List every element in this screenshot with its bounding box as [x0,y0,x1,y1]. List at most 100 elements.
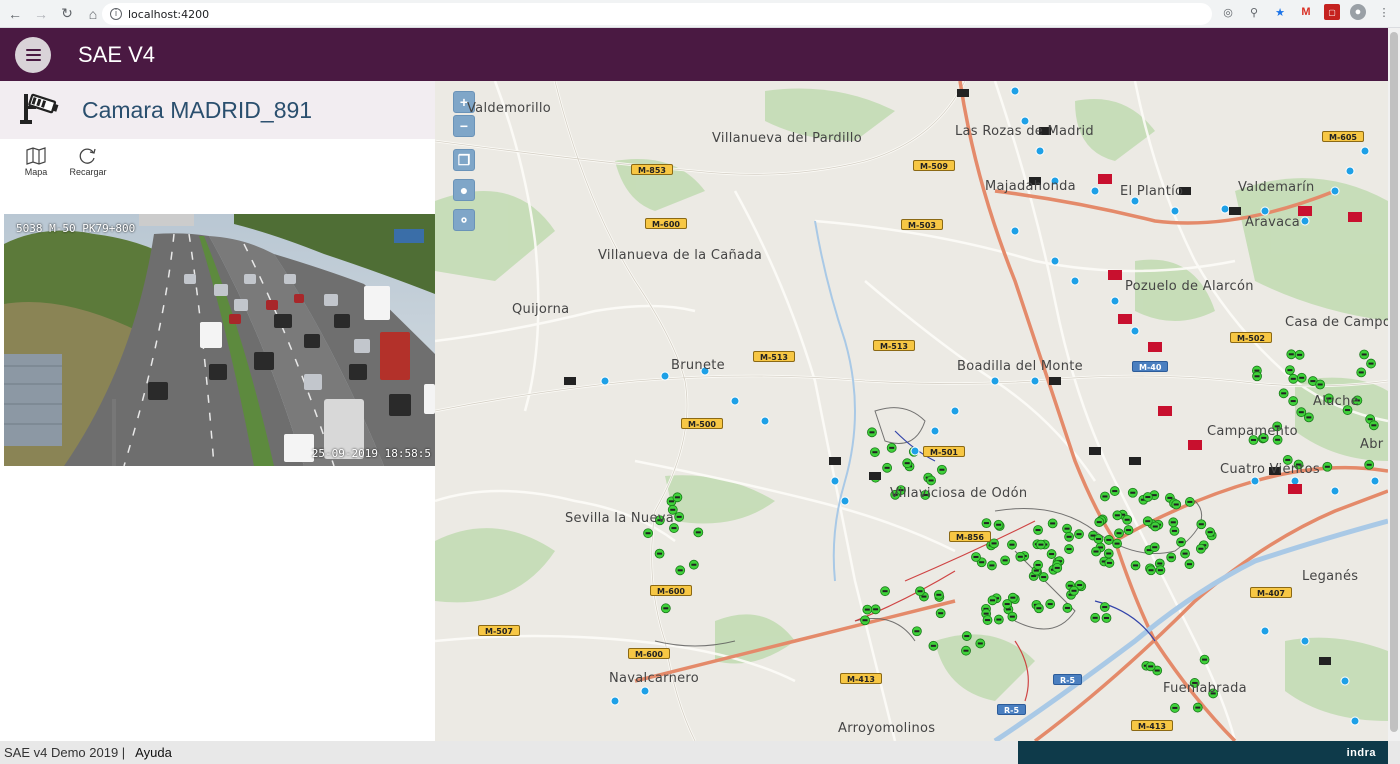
place-label: Aluche [1313,394,1359,409]
camera-marker[interactable] [1070,276,1080,286]
forward-icon[interactable]: → [30,3,52,25]
hamburger-icon[interactable] [15,36,51,73]
camera-marker[interactable] [1170,206,1180,216]
incident-marker[interactable] [1288,484,1302,494]
camera-marker[interactable] [910,446,920,456]
road-shield: M-407 [1250,587,1292,598]
camera-marker[interactable] [660,371,670,381]
camera-marker[interactable] [1035,146,1045,156]
map-view[interactable]: + − ❐ ● ⚬ Valdemorillo Villanueva del Pa… [435,81,1388,741]
marker-icon[interactable]: ● [453,179,475,201]
app-title: SAE V4 [78,41,156,67]
zoom-out-button[interactable]: − [453,115,475,137]
place-label: Las Rozas de Madrid [955,124,1094,139]
camera-marker[interactable] [830,476,840,486]
place-label: Boadilla del Monte [957,359,1083,374]
camera-marker[interactable] [1130,326,1140,336]
home-icon[interactable]: ⌂ [82,3,104,25]
road-shield: M-509 [913,160,955,171]
message-panel-marker[interactable] [1229,207,1241,215]
place-label: Majadahonda [985,179,1076,194]
camera-marker[interactable] [760,416,770,426]
camera-marker[interactable] [1330,486,1340,496]
profile-icon[interactable]: ● [1350,4,1366,20]
reload-icon[interactable]: ↻ [56,3,78,25]
camera-marker[interactable] [1010,86,1020,96]
message-panel-marker[interactable] [1049,377,1061,385]
pdf-icon[interactable]: ▢ [1324,4,1340,20]
camera-marker[interactable] [1110,296,1120,306]
incident-marker[interactable] [1188,440,1202,450]
camera-marker[interactable] [1340,676,1350,686]
incident-marker[interactable] [1118,314,1132,324]
road-shield: M-853 [631,164,673,175]
place-label: Valdemorillo [467,101,552,116]
camera-marker[interactable] [1290,476,1300,486]
camera-title: Camara MADRID_891 [82,96,313,123]
camera-marker[interactable] [1050,256,1060,266]
road-shield: M-600 [628,648,670,659]
star-icon[interactable]: ★ [1272,4,1288,20]
gmail-icon[interactable]: M [1298,4,1314,20]
camera-marker[interactable] [600,376,610,386]
road-shield: M-507 [478,625,520,636]
incident-marker[interactable] [1298,206,1312,216]
scrollbar[interactable] [1388,28,1400,741]
message-panel-marker[interactable] [869,472,881,480]
incident-marker[interactable] [1098,174,1112,184]
road-shield: M-600 [650,585,692,596]
camera-marker[interactable] [1300,216,1310,226]
message-panel-marker[interactable] [1089,447,1101,455]
camera-marker[interactable] [1260,206,1270,216]
camera-marker[interactable] [1030,376,1040,386]
map-button-label: Mapa [24,167,48,177]
place-label: Villaviciosa de Odón [890,486,1028,501]
camera-marker[interactable] [1370,476,1380,486]
message-panel-marker[interactable] [829,457,841,465]
camera-overlay-id: 5038 M-50 PK79+800 [16,222,136,235]
road-shield: M-413 [1131,720,1173,731]
place-label: Navalcarnero [609,671,700,686]
help-link[interactable]: Ayuda [135,745,172,760]
address-bar[interactable]: i localhost:4200 [102,3,1212,25]
camera-marker[interactable] [1300,636,1310,646]
message-panel-marker[interactable] [957,89,969,97]
back-icon[interactable]: ← [4,3,26,25]
incident-marker[interactable] [1148,342,1162,352]
camera-marker[interactable] [1330,186,1340,196]
camera-marker[interactable] [610,696,620,706]
camera-marker[interactable] [1350,716,1360,726]
road-shield: M-500 [681,418,723,429]
road-shield: R-5 [997,704,1027,715]
incident-marker[interactable] [1158,406,1172,416]
message-panel-marker[interactable] [1319,657,1331,665]
incident-marker[interactable] [1348,212,1362,222]
location-icon[interactable]: ◎ [1220,4,1236,20]
camera-marker[interactable] [1260,626,1270,636]
camera-marker[interactable] [1220,204,1230,214]
camera-marker[interactable] [990,376,1000,386]
layers-icon[interactable]: ❐ [453,149,475,171]
zoom-icon[interactable]: ⚲ [1246,4,1262,20]
reload-button[interactable]: Recargar [68,147,108,177]
message-panel-marker[interactable] [564,377,576,385]
camera-marker[interactable] [1010,226,1020,236]
camera-marker[interactable] [730,396,740,406]
camera-marker[interactable] [1250,476,1260,486]
camera-marker[interactable] [950,406,960,416]
map-button[interactable]: Mapa [16,147,56,177]
incident-marker[interactable] [1108,270,1122,280]
camera-marker[interactable] [840,496,850,506]
place-label: Valdemarín [1238,180,1315,195]
version-label: SAE v4 Demo 2019 | [4,745,126,760]
camera-marker[interactable] [1090,186,1100,196]
info-icon[interactable]: i [110,8,122,20]
camera-marker[interactable] [1345,166,1355,176]
camera-marker[interactable] [640,686,650,696]
more-icon[interactable]: ⋮ [1376,4,1392,20]
camera-marker[interactable] [1360,146,1370,156]
message-panel-marker[interactable] [1129,457,1141,465]
place-label: Villanueva de la Cañada [598,248,763,263]
camera-marker[interactable] [930,426,940,436]
cookie-icon[interactable]: ⚬ [453,209,475,231]
